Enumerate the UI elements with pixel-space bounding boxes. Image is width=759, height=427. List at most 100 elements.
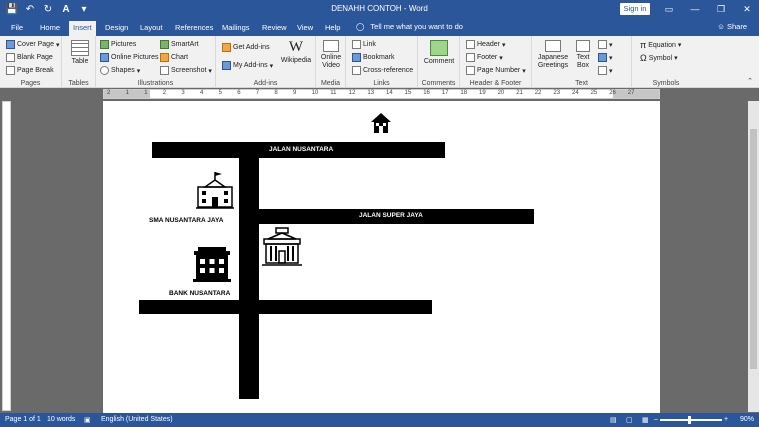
ruler-number: 5 — [218, 90, 222, 96]
tab-references[interactable]: References — [175, 22, 213, 36]
tab-mailings[interactable]: Mailings — [222, 22, 250, 36]
close-icon[interactable]: ✕ — [741, 2, 753, 16]
tab-insert[interactable]: Insert — [69, 21, 96, 36]
collapse-ribbon-icon[interactable]: ⌃ — [747, 77, 753, 85]
blank-page-button[interactable]: Blank Page — [6, 53, 53, 62]
ribbon-display-icon[interactable]: ▭ — [663, 2, 675, 16]
wikipedia-button[interactable]: W Wikipedia — [280, 39, 312, 64]
ribbon-tabs: File Home Insert Design Layout Reference… — [0, 19, 759, 36]
web-layout-icon[interactable]: ▦ — [642, 416, 649, 424]
wordart-icon — [598, 53, 607, 62]
cover-page-button[interactable]: Cover Page ▾ — [6, 40, 59, 49]
quick-parts-button[interactable]: ▾ — [598, 40, 613, 49]
ruler-number: 19 — [479, 90, 486, 96]
bookmark-button[interactable]: Bookmark — [352, 53, 395, 62]
get-addins-button[interactable]: Get Add-ins — [222, 43, 270, 52]
group-label-tables: Tables — [68, 80, 89, 87]
screenshot-button[interactable]: Screenshot ▾ — [160, 66, 212, 75]
cover-page-icon — [6, 40, 15, 49]
wordart-button[interactable]: ▾ — [598, 53, 613, 62]
blank-page-icon — [6, 53, 15, 62]
group-label-symbols: Symbols — [652, 80, 680, 87]
chevron-down-icon: ▾ — [677, 42, 682, 49]
cross-reference-button[interactable]: Cross-reference — [352, 66, 413, 75]
ruler-number: 26 — [609, 90, 616, 96]
smartart-button[interactable]: SmartArt — [160, 40, 199, 49]
ruler-number: 17 — [441, 90, 449, 96]
header-button[interactable]: Header ▾ — [466, 40, 505, 49]
ruler-number: 13 — [367, 90, 375, 96]
vertical-scrollbar[interactable] — [748, 101, 759, 412]
japanese-greetings-button[interactable]: Japanese Greetings — [534, 40, 572, 70]
equation-button[interactable]: π Equation ▾ — [640, 40, 681, 50]
ruler-number: 8 — [274, 90, 278, 96]
page-number-button[interactable]: Page Number ▾ — [466, 66, 526, 75]
language-indicator[interactable]: English (United States) — [101, 416, 173, 423]
drop-cap-button[interactable]: ▾ — [598, 66, 613, 75]
my-addins-button[interactable]: My Add-ins ▾ — [222, 61, 273, 70]
group-links: Link Bookmark Cross-reference Links — [346, 36, 418, 88]
footer-button[interactable]: Footer ▾ — [466, 53, 503, 62]
read-mode-icon[interactable]: ▤ — [610, 416, 617, 424]
pictures-icon — [100, 40, 109, 49]
link-button[interactable]: Link — [352, 40, 376, 49]
comment-button[interactable]: Comment — [422, 40, 456, 65]
zoom-level[interactable]: 90% — [740, 416, 754, 423]
group-header-footer: Header ▾ Footer ▾ Page Number ▾ Header & Fo… — [460, 36, 532, 88]
group-pages: Cover Page ▾ Blank Page Page Break Pages — [0, 36, 62, 88]
page-break-button[interactable]: Page Break — [6, 66, 54, 75]
screenshot-icon — [160, 66, 169, 75]
house-icon — [371, 113, 391, 133]
group-media: Online Video Media — [316, 36, 346, 88]
tab-view[interactable]: View — [297, 22, 313, 36]
ruler-number: 1 — [144, 90, 148, 96]
sign-in-button[interactable]: Sign in — [620, 3, 650, 15]
zoom-slider-thumb[interactable] — [688, 416, 691, 424]
share-button[interactable]: ☺ Share — [717, 22, 747, 31]
page-count[interactable]: Page 1 of 1 — [5, 416, 41, 423]
scrollbar-thumb[interactable] — [750, 129, 757, 369]
tab-file[interactable]: File — [11, 22, 23, 36]
zoom-slider[interactable] — [660, 419, 722, 421]
japanese-greetings-icon — [545, 40, 561, 52]
ruler-number: 7 — [255, 90, 260, 96]
road-vertical — [239, 158, 259, 399]
online-pictures-button[interactable]: Online Pictures — [100, 53, 158, 62]
footer-icon — [466, 53, 475, 62]
tab-layout[interactable]: Layout — [140, 22, 163, 36]
tab-design[interactable]: Design — [105, 22, 128, 36]
tab-help[interactable]: Help — [325, 22, 340, 36]
table-button[interactable]: Table — [68, 40, 92, 65]
proofing-icon[interactable]: ▣ — [84, 416, 91, 424]
minimize-icon[interactable]: — — [689, 2, 701, 16]
zoom-in-icon[interactable]: + — [724, 416, 728, 423]
right-margin-shade — [613, 90, 659, 98]
online-video-button[interactable]: Online Video — [318, 40, 344, 70]
chart-button[interactable]: Chart — [160, 53, 188, 62]
shapes-button[interactable]: Shapes ▾ — [100, 66, 140, 75]
horizontal-ruler[interactable]: 2 1 1 2 3 4 5 6 7 8 9 10 11 12 13 14 15 16 17 18 19 20 21 22 23 2… — [103, 89, 660, 99]
label-school: SMA NUSANTARA JAYA — [149, 217, 224, 224]
ruler-number: 1 — [125, 90, 129, 96]
chevron-down-icon: ▾ — [55, 41, 60, 49]
print-layout-icon[interactable]: ▢ — [626, 416, 633, 424]
word-count[interactable]: 10 words — [47, 416, 75, 423]
tab-review[interactable]: Review — [262, 22, 287, 36]
zoom-out-icon[interactable]: – — [654, 416, 658, 423]
tell-me-box[interactable]: ◯ Tell me what you want to do — [356, 22, 463, 31]
symbol-button[interactable]: Ω Symbol ▾ — [640, 53, 678, 63]
group-text: Japanese Greetings Text Box ▾ ▾ ▾ Text — [532, 36, 632, 88]
vertical-ruler[interactable] — [2, 101, 11, 411]
restore-icon[interactable]: ❐ — [715, 2, 727, 16]
pictures-button[interactable]: Pictures — [100, 40, 136, 49]
ruler-number: 24 — [572, 90, 579, 96]
smartart-icon — [160, 40, 169, 49]
ruler-number: 11 — [330, 90, 337, 96]
my-addins-icon — [222, 61, 231, 70]
document-page[interactable]: JALAN NUSANTARA JALAN SUPER JAYA SMA NUS… — [103, 101, 660, 413]
page-number-icon — [466, 66, 475, 75]
tab-home[interactable]: Home — [40, 22, 60, 36]
label-bank: BANK NUSANTARA — [169, 290, 231, 297]
text-box-button[interactable]: Text Box — [572, 40, 594, 70]
ruler-number: 6 — [237, 90, 241, 96]
